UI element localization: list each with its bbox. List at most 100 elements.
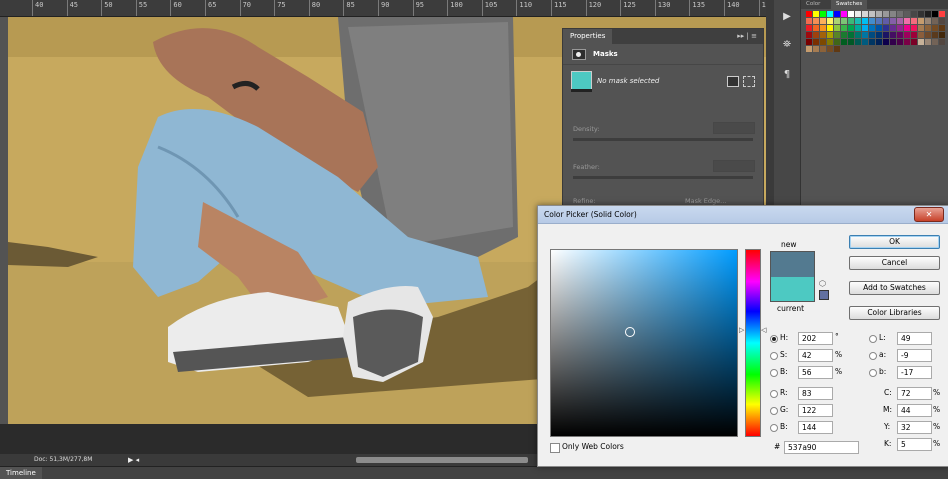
feather-field[interactable] [713,160,755,172]
hue-input[interactable]: 202 [798,332,833,345]
swatch[interactable] [841,18,847,24]
swatch[interactable] [904,32,910,38]
swatch[interactable] [911,25,917,31]
swatch[interactable] [806,32,812,38]
swatch[interactable] [848,25,854,31]
swatch[interactable] [918,11,924,17]
swatch[interactable] [841,39,847,45]
swatch[interactable] [883,32,889,38]
swatch[interactable] [834,18,840,24]
swatch[interactable] [834,25,840,31]
color-field-marker[interactable] [625,327,635,337]
lab-a-input[interactable]: -9 [897,349,932,362]
swatch[interactable] [911,11,917,17]
swatch[interactable] [897,39,903,45]
red-input[interactable]: 83 [798,387,833,400]
swatch[interactable] [834,11,840,17]
density-slider[interactable] [573,138,753,141]
hue-slider[interactable] [745,249,761,437]
swatch[interactable] [911,18,917,24]
swatch[interactable] [827,18,833,24]
swatch[interactable] [834,39,840,45]
swatch[interactable] [820,25,826,31]
swatch[interactable] [820,32,826,38]
timeline-tab[interactable]: Timeline [0,467,42,479]
black-input[interactable]: 5 [897,438,932,451]
swatch[interactable] [876,11,882,17]
yellow-input[interactable]: 32 [897,421,932,434]
red-radio[interactable] [770,390,778,398]
swatch[interactable] [848,18,854,24]
adjustments-icon[interactable]: ⛯ [779,38,795,52]
panel-menu-icon[interactable]: ▸▸ | ≡ [737,29,757,44]
swatch[interactable] [827,25,833,31]
swatch[interactable] [925,32,931,38]
swatch[interactable] [806,11,812,17]
saturation-brightness-field[interactable] [550,249,738,437]
web-safe-color-icon[interactable] [819,290,829,300]
status-menu-arrow-icon[interactable]: ▶ ◂ [128,454,139,466]
paragraph-icon[interactable]: ¶ [779,68,795,82]
swatch[interactable] [806,39,812,45]
swatch[interactable] [827,32,833,38]
swatch[interactable] [932,39,938,45]
lab-a-radio[interactable] [869,352,877,360]
swatch[interactable] [813,46,819,52]
cancel-button[interactable]: Cancel [849,256,940,270]
swatch[interactable] [827,46,833,52]
layer-thumbnail[interactable] [571,71,592,90]
swatch[interactable] [869,25,875,31]
add-pixel-mask-icon[interactable] [727,76,739,87]
swatch[interactable] [841,25,847,31]
swatch[interactable] [904,25,910,31]
horizontal-ruler[interactable]: 40 45 50 55 60 65 70 75 80 85 90 95 100 105 110 115 120 1… [0,0,766,17]
swatch[interactable] [897,25,903,31]
swatch[interactable] [883,11,889,17]
swatch[interactable] [911,32,917,38]
feather-slider[interactable] [573,176,753,179]
ok-button[interactable]: OK [849,235,940,249]
swatch[interactable] [855,32,861,38]
swatch[interactable] [876,32,882,38]
swatch[interactable] [827,39,833,45]
lab-b-radio[interactable] [869,369,877,377]
swatch[interactable] [813,18,819,24]
properties-tab[interactable]: Properties [563,29,613,44]
swatch[interactable] [897,18,903,24]
swatch[interactable] [869,18,875,24]
saturation-radio[interactable] [770,352,778,360]
saturation-input[interactable]: 42 [798,349,833,362]
swatch[interactable] [841,32,847,38]
swatch[interactable] [813,11,819,17]
swatch[interactable] [939,32,945,38]
mask-edge-button[interactable]: Mask Edge... [685,197,726,205]
horizontal-scrollbar-thumb[interactable] [356,457,528,463]
blue-radio[interactable] [770,424,778,432]
swatch[interactable] [876,25,882,31]
cyan-input[interactable]: 72 [897,387,932,400]
dialog-titlebar[interactable]: Color Picker (Solid Color) ✕ [538,206,948,224]
swatch[interactable] [869,39,875,45]
swatch[interactable] [904,39,910,45]
color-libraries-button[interactable]: Color Libraries [849,306,940,320]
swatch[interactable] [925,18,931,24]
swatch[interactable] [820,11,826,17]
swatch[interactable] [890,32,896,38]
swatch[interactable] [883,39,889,45]
swatch[interactable] [890,11,896,17]
swatch[interactable] [855,11,861,17]
swatch[interactable] [841,11,847,17]
green-input[interactable]: 122 [798,404,833,417]
swatch[interactable] [855,39,861,45]
swatch[interactable] [890,18,896,24]
blue-input[interactable]: 144 [798,421,833,434]
swatch[interactable] [834,32,840,38]
swatch[interactable] [897,32,903,38]
doc-size-readout[interactable]: Doc: 51,3M/277,8M [34,454,92,466]
tab-color[interactable]: Color [801,0,825,9]
swatch[interactable] [848,11,854,17]
out-of-gamut-cube-icon[interactable]: ⬡ [819,279,826,288]
close-button[interactable]: ✕ [914,207,944,222]
swatch[interactable] [869,11,875,17]
swatch[interactable] [932,32,938,38]
